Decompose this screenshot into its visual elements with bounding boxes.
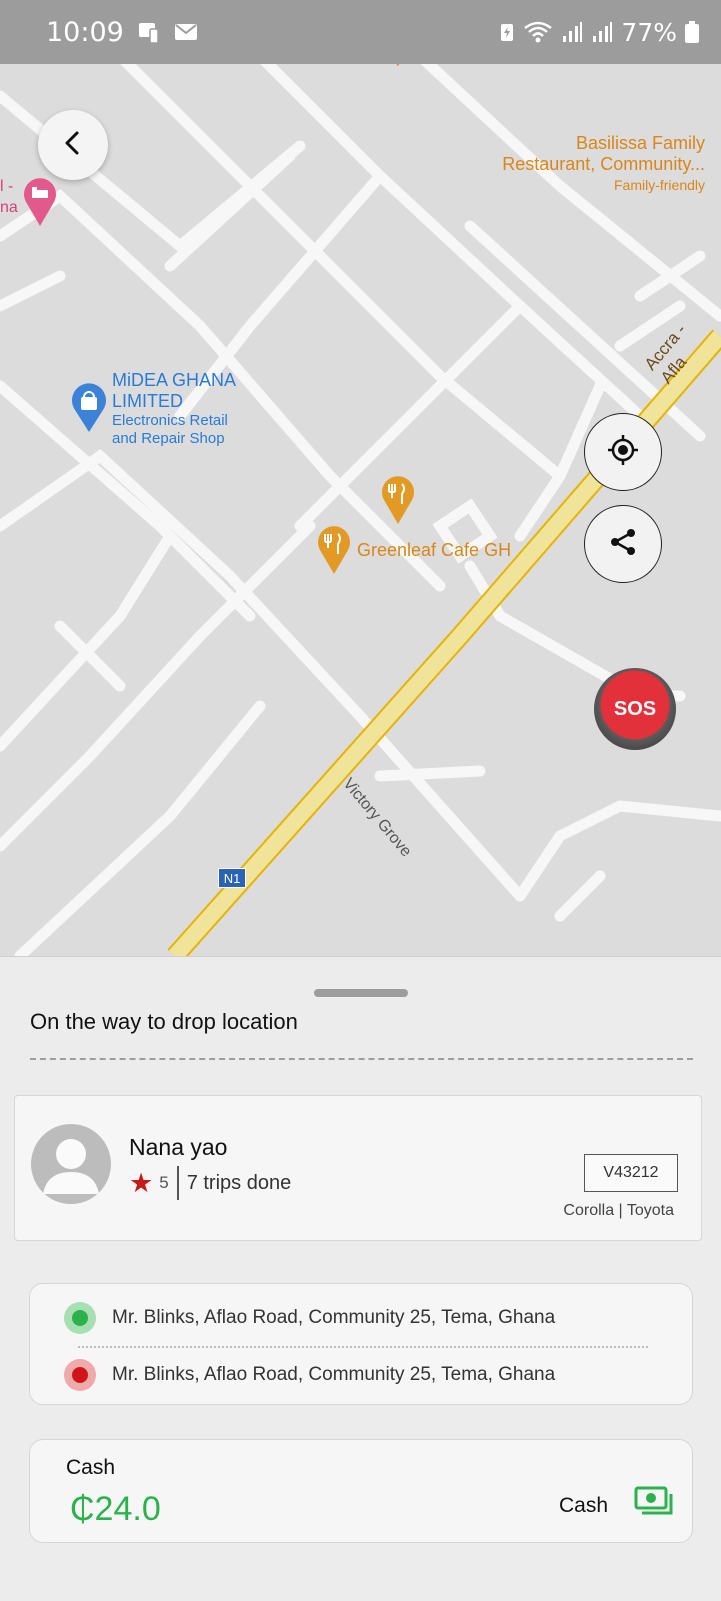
battery-icon [685,21,699,43]
poi-greenleaf[interactable]: Greenleaf Cafe GH [357,540,511,561]
vehicle-plate: V43212 [584,1154,678,1192]
route-shield-n1: N1 [218,868,246,888]
status-bar: 10:09 77% [0,0,721,64]
star-icon: ★ [129,1168,154,1198]
poi-partial-left-2: na [0,199,18,216]
hotel-pin-icon[interactable] [22,176,58,233]
back-button[interactable] [38,110,108,180]
rating-divider [176,1166,179,1200]
battery-saver-icon [499,21,515,43]
drop-address: Mr. Blinks, Aflao Road, Community 25, Te… [112,1364,556,1385]
share-button[interactable] [584,505,662,583]
driver-name: Nana yao [129,1134,228,1160]
trip-bottom-sheet: On the way to drop location Nana yao ★ 5… [0,956,721,1601]
mail-icon [174,23,198,41]
payment-method: Cash [558,1494,608,1517]
poi-midea-title2: LIMITED [112,391,184,411]
driver-card[interactable]: Nana yao ★ 5 7 trips done V43212 Corolla… [14,1095,702,1241]
fare-amount: ₵24.0 [70,1490,161,1528]
restaurant-pin-icon[interactable] [380,474,416,531]
poi-basilissa-title2: Restaurant, Community... [502,154,705,174]
poi-midea-sub1: Electronics Retail [112,412,228,429]
sos-button[interactable]: SOS [594,668,676,750]
vehicle-model: Corolla | Toyota [563,1202,674,1219]
poi-partial-left-1: l - [0,178,14,195]
pickup-address: Mr. Blinks, Aflao Road, Community 25, Te… [112,1307,556,1328]
pickup-row: Mr. Blinks, Aflao Road, Community 25, Te… [64,1302,555,1334]
trip-status-title: On the way to drop location [30,1009,298,1034]
cash-icon [634,1486,674,1521]
signal-icon [561,21,583,43]
payment-title: Cash [66,1456,116,1479]
wifi-icon [523,20,553,44]
poi-midea-title1: MiDEA GHANA [112,370,237,390]
divider [30,1058,693,1060]
driver-rating-row: ★ 5 7 trips done [129,1166,291,1200]
battery-percent: 77% [621,17,677,47]
phone-notification-icon [136,20,162,44]
poi-basilissa[interactable]: Basilissa Family Restaurant, Community..… [502,133,705,196]
my-location-icon [606,433,640,472]
status-time: 10:09 [46,16,124,48]
pickup-dot-icon [64,1302,96,1334]
signal-icon-2 [591,21,613,43]
poi-basilissa-title1: Basilissa Family [575,133,705,153]
back-arrow-icon [59,129,87,162]
poi-basilissa-sub: Family-friendly [613,177,705,193]
restaurant-pin-icon-2[interactable] [316,524,352,581]
driver-trips: 7 trips done [186,1171,292,1194]
map-view[interactable]: Accra - Afla Victory Grove N1 Basilissa … [0,56,721,956]
poi-midea[interactable]: MiDEA GHANA LIMITED Electronics Retail a… [112,370,236,448]
poi-midea-sub2: and Repair Shop [112,430,225,447]
route-card: Mr. Blinks, Aflao Road, Community 25, Te… [29,1283,693,1405]
drop-dot-icon [64,1359,96,1391]
route-connector [78,1346,648,1348]
payment-card[interactable]: Cash ₵24.0 Cash [29,1439,693,1543]
driver-rating: 5 [159,1173,169,1192]
share-icon [607,526,639,563]
drop-row: Mr. Blinks, Aflao Road, Community 25, Te… [64,1359,555,1391]
my-location-button[interactable] [584,413,662,491]
user-avatar-icon [31,1124,111,1204]
sheet-drag-handle[interactable] [314,989,408,997]
poi-partial-left: l - na [0,176,18,218]
shopping-pin-icon[interactable] [70,382,108,439]
